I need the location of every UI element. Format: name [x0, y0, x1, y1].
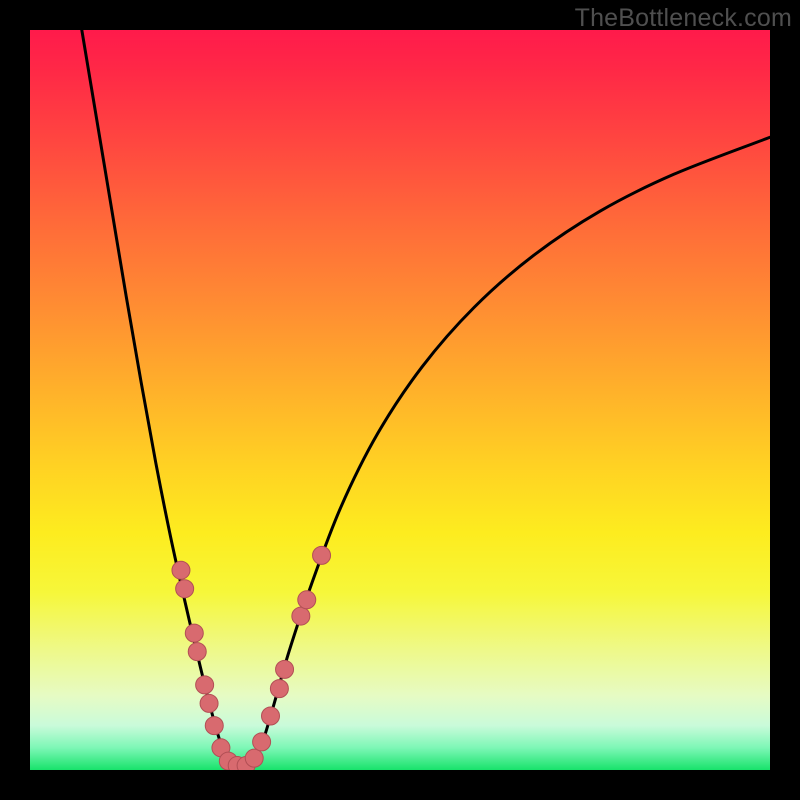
- data-dot: [176, 580, 194, 598]
- data-dot: [200, 694, 218, 712]
- data-dot: [245, 749, 263, 767]
- data-dot: [253, 733, 271, 751]
- data-dot: [205, 717, 223, 735]
- data-dots: [172, 546, 331, 770]
- chart-frame: TheBottleneck.com: [0, 0, 800, 800]
- data-dot: [188, 643, 206, 661]
- plot-area: [30, 30, 770, 770]
- data-dot: [270, 680, 288, 698]
- data-dot: [276, 660, 294, 678]
- data-dot: [292, 607, 310, 625]
- data-dot: [196, 676, 214, 694]
- data-dot: [185, 624, 203, 642]
- data-dot: [172, 561, 190, 579]
- data-dot: [313, 546, 331, 564]
- chart-svg: [30, 30, 770, 770]
- left-curve: [82, 30, 230, 766]
- data-dot: [262, 707, 280, 725]
- right-curve: [252, 137, 770, 766]
- data-dot: [298, 591, 316, 609]
- watermark-text: TheBottleneck.com: [575, 4, 792, 33]
